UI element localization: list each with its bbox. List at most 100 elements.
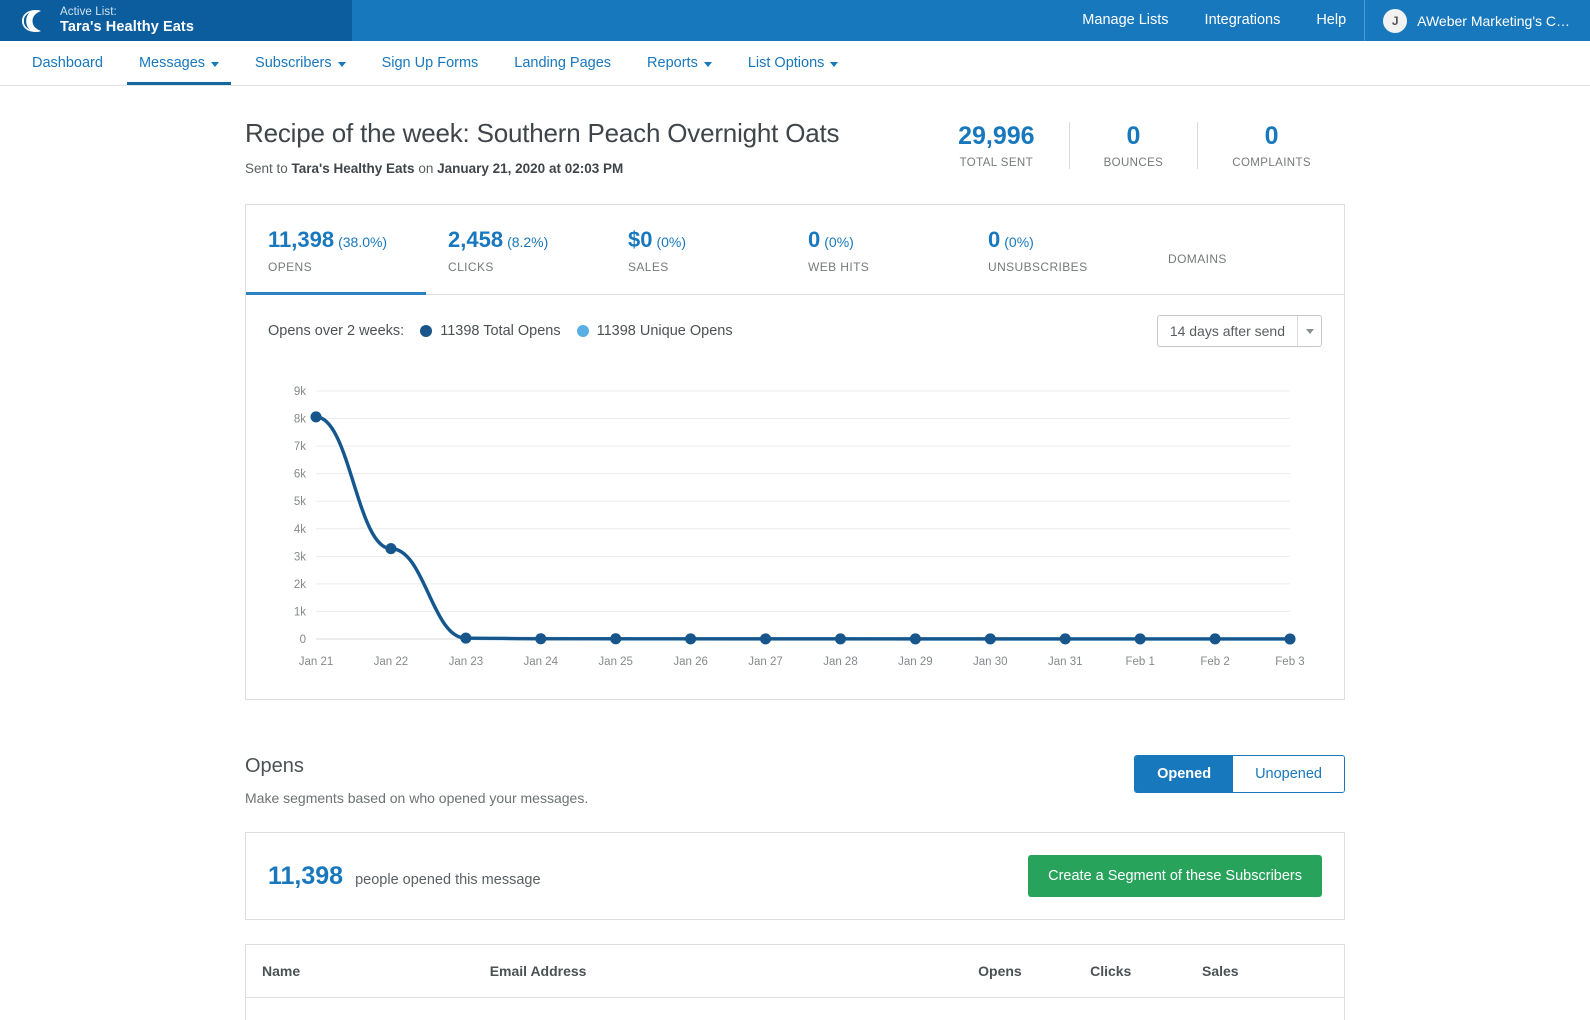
stat-tab-bar: 11,398(38.0%) OPENS 2,458(8.2%) CLICKS $… (246, 205, 1344, 295)
tab-clicks[interactable]: 2,458(8.2%) CLICKS (426, 205, 606, 294)
opens-heading-block: Opens Make segments based on who opened … (245, 755, 588, 806)
legend-label: 11398 Unique Opens (597, 323, 733, 339)
svg-text:4k: 4k (294, 524, 306, 536)
top-bar: Active List: Tara's Healthy Eats Manage … (0, 0, 1590, 41)
stat-value: 0 (808, 227, 820, 253)
nav-item-messages[interactable]: Messages (121, 41, 237, 85)
nav-item-subscribers[interactable]: Subscribers (237, 41, 364, 85)
top-stat-value: 29,996 (958, 122, 1034, 151)
svg-text:2k: 2k (294, 579, 306, 591)
date-range-select[interactable]: 14 days after send (1157, 315, 1322, 347)
nav-item-label: Subscribers (255, 55, 332, 71)
content-container: Recipe of the week: Southern Peach Overn… (245, 86, 1345, 1020)
chart-legend-title: Opens over 2 weeks: (268, 323, 404, 339)
svg-text:Feb 2: Feb 2 (1200, 656, 1229, 668)
svg-text:7k: 7k (294, 441, 306, 453)
tab-sales[interactable]: $0(0%) SALES (606, 205, 786, 294)
tab-domains[interactable]: DOMAINS (1146, 205, 1326, 294)
table-head: Name Email Address Opens Clicks Sales (246, 945, 1345, 998)
svg-text:Jan 24: Jan 24 (524, 656, 559, 668)
svg-text:Jan 21: Jan 21 (299, 656, 334, 668)
stat-label: DOMAINS (1168, 252, 1326, 266)
top-stat-total-sent: 29,996 TOTAL SENT (924, 122, 1068, 169)
tab-unsubscribes[interactable]: 0(0%) UNSUBSCRIBES (966, 205, 1146, 294)
svg-text:5k: 5k (294, 496, 306, 508)
opens-line-chart: 01k2k3k4k5k6k7k8k9kJan 21Jan 22Jan 23Jan… (268, 377, 1322, 687)
opens-summary-box: 11,398 people opened this message Create… (245, 832, 1345, 920)
tab-web-hits[interactable]: 0(0%) WEB HITS (786, 205, 966, 294)
create-segment-button[interactable]: Create a Segment of these Subscribers (1028, 855, 1322, 897)
svg-text:8k: 8k (294, 414, 306, 426)
message-title-block: Recipe of the week: Southern Peach Overn… (245, 118, 839, 176)
top-stats: 29,996 TOTAL SENT 0 BOUNCES 0 COMPLAINTS (924, 118, 1345, 169)
topbar-link-manage-lists[interactable]: Manage Lists (1064, 0, 1186, 41)
table-body: Jacob Hernandez jacobhernandez.mdlpmpxx@… (246, 998, 1345, 1020)
opens-subtitle: Make segments based on who opened your m… (245, 790, 588, 806)
svg-text:Jan 27: Jan 27 (748, 656, 783, 668)
table-row[interactable]: Jacob Hernandez jacobhernandez.mdlpmpxx@… (246, 998, 1345, 1020)
topbar-link-integrations[interactable]: Integrations (1187, 0, 1299, 41)
svg-text:Jan 29: Jan 29 (898, 656, 933, 668)
stat-value: 0 (988, 227, 1000, 253)
chevron-down-icon (830, 62, 838, 67)
message-header: Recipe of the week: Southern Peach Overn… (245, 118, 1345, 176)
svg-text:Jan 30: Jan 30 (973, 656, 1008, 668)
nav-item-sign-up-forms[interactable]: Sign Up Forms (364, 41, 497, 85)
top-bar-links: Manage Lists Integrations Help J AWeber … (1064, 0, 1590, 41)
chevron-down-icon (211, 62, 219, 67)
top-stat-label: COMPLAINTS (1232, 157, 1311, 169)
cell-clicks: 0 Clicks (1090, 998, 1202, 1020)
cell-opens: 1 Open (978, 998, 1090, 1020)
table-header-row: Name Email Address Opens Clicks Sales (246, 945, 1345, 998)
chevron-down-icon[interactable] (1297, 316, 1321, 346)
main-navigation: Dashboard Messages Subscribers Sign Up F… (0, 41, 1590, 86)
opens-title: Opens (245, 755, 588, 778)
nav-item-list-options[interactable]: List Options (730, 41, 857, 85)
nav-item-reports[interactable]: Reports (629, 41, 730, 85)
sent-prefix: Sent to (245, 161, 292, 176)
chart-area: Opens over 2 weeks: 11398 Total Opens 11… (246, 295, 1344, 699)
stats-card: 11,398(38.0%) OPENS 2,458(8.2%) CLICKS $… (245, 204, 1345, 700)
nav-item-label: Sign Up Forms (382, 55, 479, 71)
sent-list-name: Tara's Healthy Eats (292, 161, 415, 176)
toggle-opened[interactable]: Opened (1135, 756, 1233, 792)
svg-text:Jan 22: Jan 22 (374, 656, 409, 668)
top-stat-value: 0 (1104, 122, 1164, 151)
legend-color-dot (420, 325, 432, 337)
stat-percent: (0%) (1004, 234, 1034, 250)
top-stat-value: 0 (1232, 122, 1311, 151)
chart-legend: Opens over 2 weeks: 11398 Total Opens 11… (268, 323, 733, 339)
active-list-label: Active List: (60, 6, 194, 19)
nav-item-label: Messages (139, 55, 205, 71)
top-bar-spacer (352, 0, 1064, 41)
account-name: AWeber Marketing's C… (1417, 13, 1570, 29)
toggle-unopened[interactable]: Unopened (1233, 756, 1344, 792)
opens-section-header: Opens Make segments based on who opened … (245, 755, 1345, 806)
chart-header: Opens over 2 weeks: 11398 Total Opens 11… (268, 315, 1322, 347)
svg-text:Jan 23: Jan 23 (449, 656, 484, 668)
svg-text:Jan 31: Jan 31 (1048, 656, 1083, 668)
chevron-down-icon (338, 62, 346, 67)
top-stat-label: BOUNCES (1104, 157, 1164, 169)
opens-count-block: 11,398 people opened this message (268, 862, 541, 891)
stat-value: 11,398 (268, 227, 334, 253)
svg-text:9k: 9k (294, 386, 306, 398)
chart-canvas: 01k2k3k4k5k6k7k8k9kJan 21Jan 22Jan 23Jan… (268, 377, 1324, 677)
nav-item-landing-pages[interactable]: Landing Pages (496, 41, 629, 85)
nav-item-label: Landing Pages (514, 55, 611, 71)
account-menu[interactable]: J AWeber Marketing's C… (1364, 0, 1590, 41)
column-header-sales: Sales (1202, 945, 1345, 998)
svg-text:Jan 26: Jan 26 (673, 656, 708, 668)
legend-item-total-opens: 11398 Total Opens (420, 323, 560, 339)
legend-item-unique-opens: 11398 Unique Opens (577, 323, 733, 339)
nav-item-label: List Options (748, 55, 825, 71)
subscribers-table: Name Email Address Opens Clicks Sales Ja… (245, 944, 1345, 1020)
tab-opens[interactable]: 11,398(38.0%) OPENS (246, 205, 426, 294)
stat-percent: (8.2%) (507, 234, 548, 250)
active-list-name: Tara's Healthy Eats (60, 19, 194, 36)
active-list-block[interactable]: Active List: Tara's Healthy Eats (0, 0, 352, 41)
opened-unopened-toggle: Opened Unopened (1134, 755, 1345, 793)
topbar-link-help[interactable]: Help (1298, 0, 1364, 41)
nav-item-dashboard[interactable]: Dashboard (14, 41, 121, 85)
cell-sales: $0 in sales (1202, 998, 1345, 1020)
